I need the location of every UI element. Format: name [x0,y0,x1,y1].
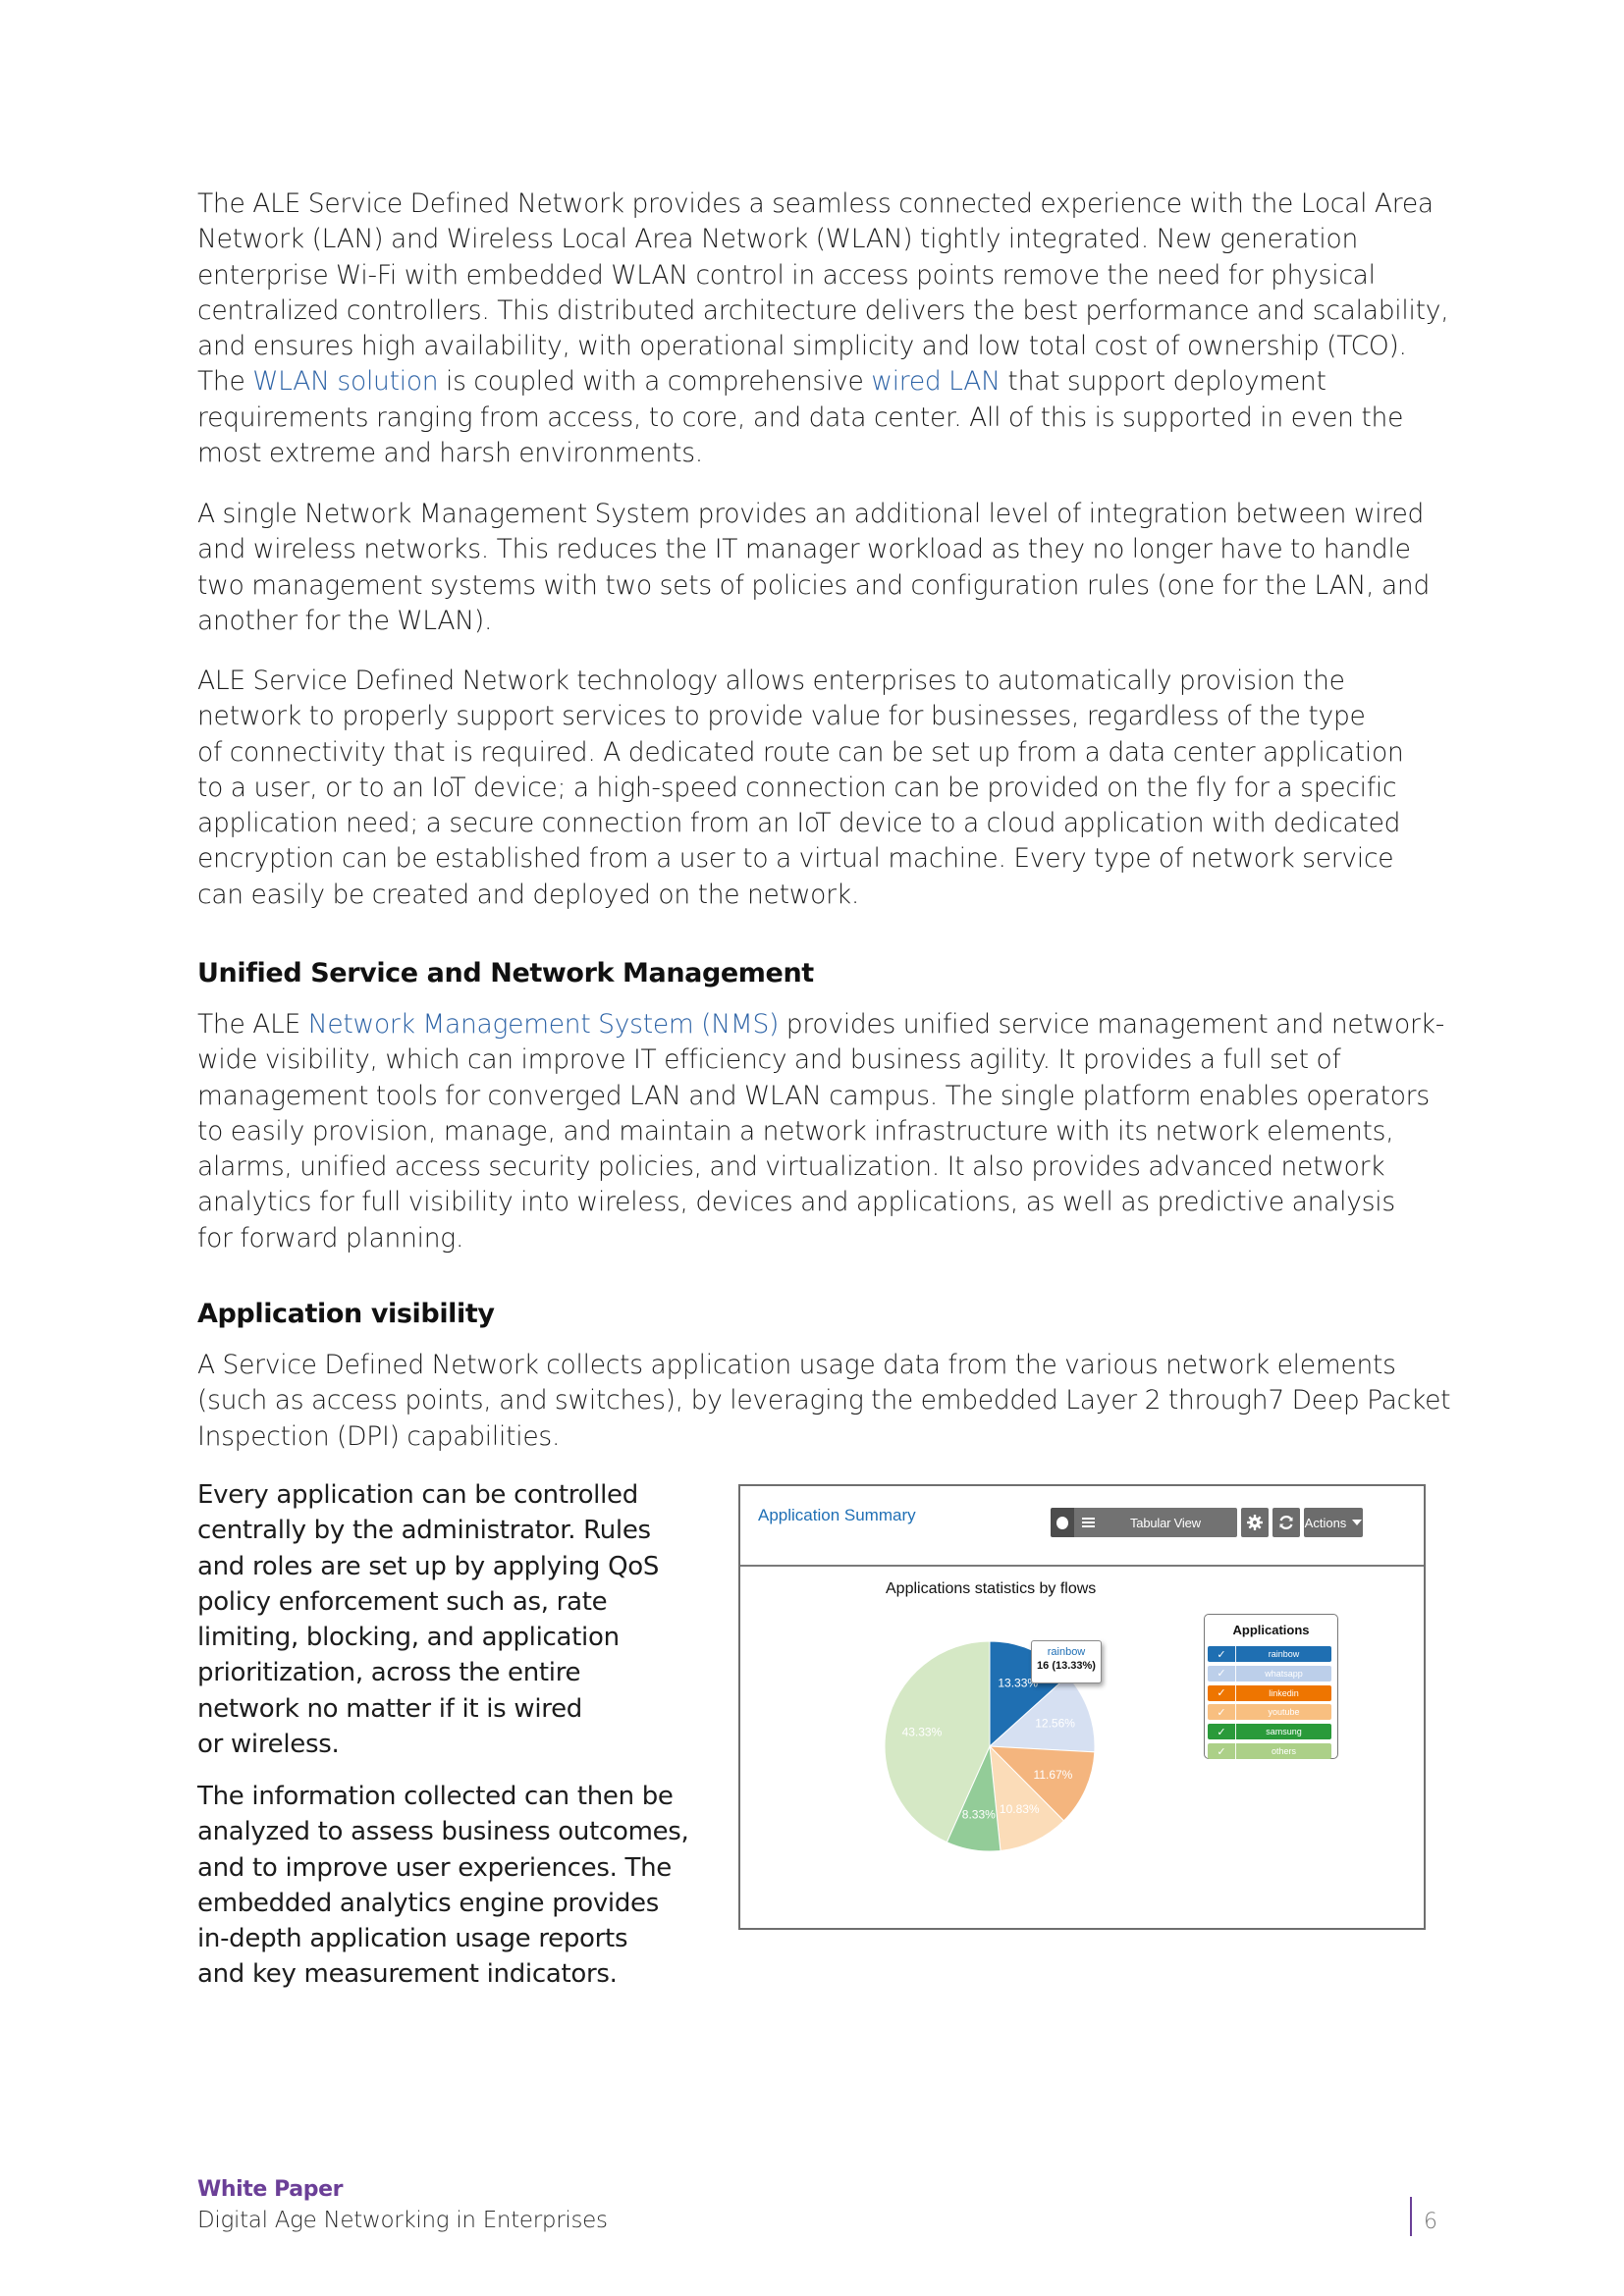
text-line: The ALE Service Defined Network provides… [197,188,1434,219]
text-line: policy enforcement such as, rate [197,1586,608,1617]
checkmark-icon[interactable]: ✓ [1208,1684,1236,1701]
tooltip-value: 16 (13.33%) [1037,1660,1096,1672]
legend-label: rainbow [1268,1649,1300,1659]
checkmark-icon[interactable]: ✓ [1208,1724,1236,1740]
pie-label-youtube: 10.83% [1000,1802,1040,1816]
text-fragment: The ALE [197,1009,308,1040]
legend-label: samsung [1266,1727,1302,1737]
text-line: two management systems with two sets of … [197,569,1431,601]
text-fragment: that support deployment [1000,366,1326,398]
text-line: can easily be created and deployed on th… [197,879,860,910]
application-summary-screenshot: Application Summary Tabular View Actions… [738,1484,1426,1930]
text-line: The WLAN solution is coupled with a comp… [197,364,1448,400]
legend-label: others [1271,1746,1296,1756]
applications-legend: Applications ✓ rainbow ✓ whatsapp ✓ linkedin ✓… [1204,1614,1338,1759]
text-line: management tools for converged LAN and W… [197,1080,1430,1111]
section-heading-application-visibility: Application visibility [197,1299,495,1329]
text-line: A Service Defined Network collects appli… [197,1350,1396,1380]
text-line: of connectivity that is required. A dedi… [197,736,1404,768]
text-fragment: The [197,366,253,398]
text-line: limiting, blocking, and application [197,1623,620,1653]
text-line: centralized controllers. This distribute… [197,294,1449,326]
text-line: most extreme and harsh environments. [197,438,703,469]
text-line: The information collected can then be [197,1782,674,1811]
text-line: and roles are set up by applying QoS [197,1551,660,1581]
legend-item-samsung[interactable]: ✓ samsung [1208,1724,1331,1740]
checkmark-icon[interactable]: ✓ [1208,1646,1236,1662]
wired-lan-link[interactable]: wired LAN [871,366,1001,397]
legend-label: linkedin [1269,1687,1299,1698]
app-control-paragraph: Every application can be controlled cent… [197,1477,659,1762]
text-line: another for the WLAN). [197,605,493,636]
text-line: to easily provision, manage, and maintai… [197,1115,1394,1147]
intro-paragraph: The ALE Service Defined Network provides… [197,187,1449,471]
sdn-paragraph: ALE Service Defined Network technology a… [197,664,1404,913]
pie-label-others: 43.33% [902,1725,943,1738]
text-fragment: provides unified service management and … [779,1009,1445,1040]
text-line: and key measurement indicators. [197,1959,618,1990]
legend-title: Applications [1232,1623,1310,1637]
text-line: centrally by the administrator. Rules [197,1516,651,1546]
text-line: enterprise Wi-Fi with embedded WLAN cont… [197,259,1376,291]
text-line: to a user, or to an IoT device; a high-s… [197,772,1397,803]
text-line: network no matter if it is wired [197,1693,582,1724]
chart-tooltip: rainbow 16 (13.33%) [1031,1640,1102,1683]
legend-label: whatsapp [1265,1668,1303,1679]
text-line: application need; a secure connection fr… [197,808,1401,839]
legend-item-others[interactable]: ✓ others [1208,1743,1331,1759]
text-line: analytics for full visibility into wirel… [197,1187,1395,1218]
legend-item-whatsapp[interactable]: ✓ whatsapp [1208,1665,1331,1682]
legend-item-linkedin[interactable]: ✓ linkedin [1208,1684,1331,1701]
footer-title: White Paper [197,2177,344,2202]
text-line: Every application can be controlled [197,1480,638,1510]
text-line: A single Network Management System provi… [197,499,1425,529]
text-line: for forward planning. [197,1222,464,1254]
checkmark-icon[interactable]: ✓ [1208,1665,1236,1682]
section-heading-unified-management: Unified Service and Network Management [197,958,814,988]
text-line: The ALE Network Management System (NMS) … [197,1007,1444,1042]
text-line: in-depth application usage reports [197,1924,628,1954]
text-line: network to properly support services to … [197,701,1366,732]
text-line: Inspection (DPI) capabilities. [197,1420,561,1452]
text-line: and wireless networks. This reduces the … [197,534,1411,565]
unified-management-paragraph: The ALE Network Management System (NMS) … [197,1007,1444,1256]
analytics-paragraph: The information collected can then be an… [197,1779,689,1993]
text-line: encryption can be established from a use… [197,843,1394,875]
text-fragment: is coupled with a comprehensive [438,366,872,398]
tooltip-app-name: rainbow [1047,1646,1086,1658]
nms-paragraph: A single Network Management System provi… [197,497,1430,639]
text-line: analyzed to assess business outcomes, [197,1817,689,1847]
text-line: alarms, unified access security policies… [197,1151,1385,1183]
text-line: and to improve user experiences. The [197,1852,672,1883]
legend-item-youtube[interactable]: ✓ youtube [1208,1704,1331,1721]
pie-label-linkedin: 11.67% [1034,1768,1073,1782]
text-line: (such as access points, and switches), b… [197,1385,1451,1416]
text-line: Network (LAN) and Wireless Local Area Ne… [197,224,1359,255]
text-line: wide visibility, which can improve IT ef… [197,1044,1341,1076]
text-line: ALE Service Defined Network technology a… [197,666,1345,696]
legend-item-rainbow[interactable]: ✓ rainbow [1208,1646,1331,1662]
text-line: and ensures high availability, with oper… [197,331,1407,362]
legend-label: youtube [1268,1707,1300,1718]
text-line: or wireless. [197,1730,340,1760]
footer-subtitle: Digital Age Networking in Enterprises [197,2208,608,2233]
checkmark-icon[interactable]: ✓ [1208,1704,1236,1721]
application-visibility-intro: A Service Defined Network collects appli… [197,1348,1451,1455]
pie-label-whatsapp: 12.56% [1035,1716,1075,1730]
footer-divider [1410,2197,1412,2236]
page-number: 6 [1424,2210,1437,2234]
document-page: The ALE Service Defined Network provides… [0,0,1624,2296]
pie-label-samsung: 8.33% [962,1808,996,1822]
text-line: embedded analytics engine provides [197,1888,660,1918]
text-line: prioritization, across the entire [197,1658,581,1688]
wlan-solution-link[interactable]: WLAN solution [252,366,438,397]
text-line: requirements ranging from access, to cor… [197,401,1404,433]
checkmark-icon[interactable]: ✓ [1208,1743,1236,1759]
nms-link[interactable]: Network Management System (NMS) [308,1009,780,1040]
